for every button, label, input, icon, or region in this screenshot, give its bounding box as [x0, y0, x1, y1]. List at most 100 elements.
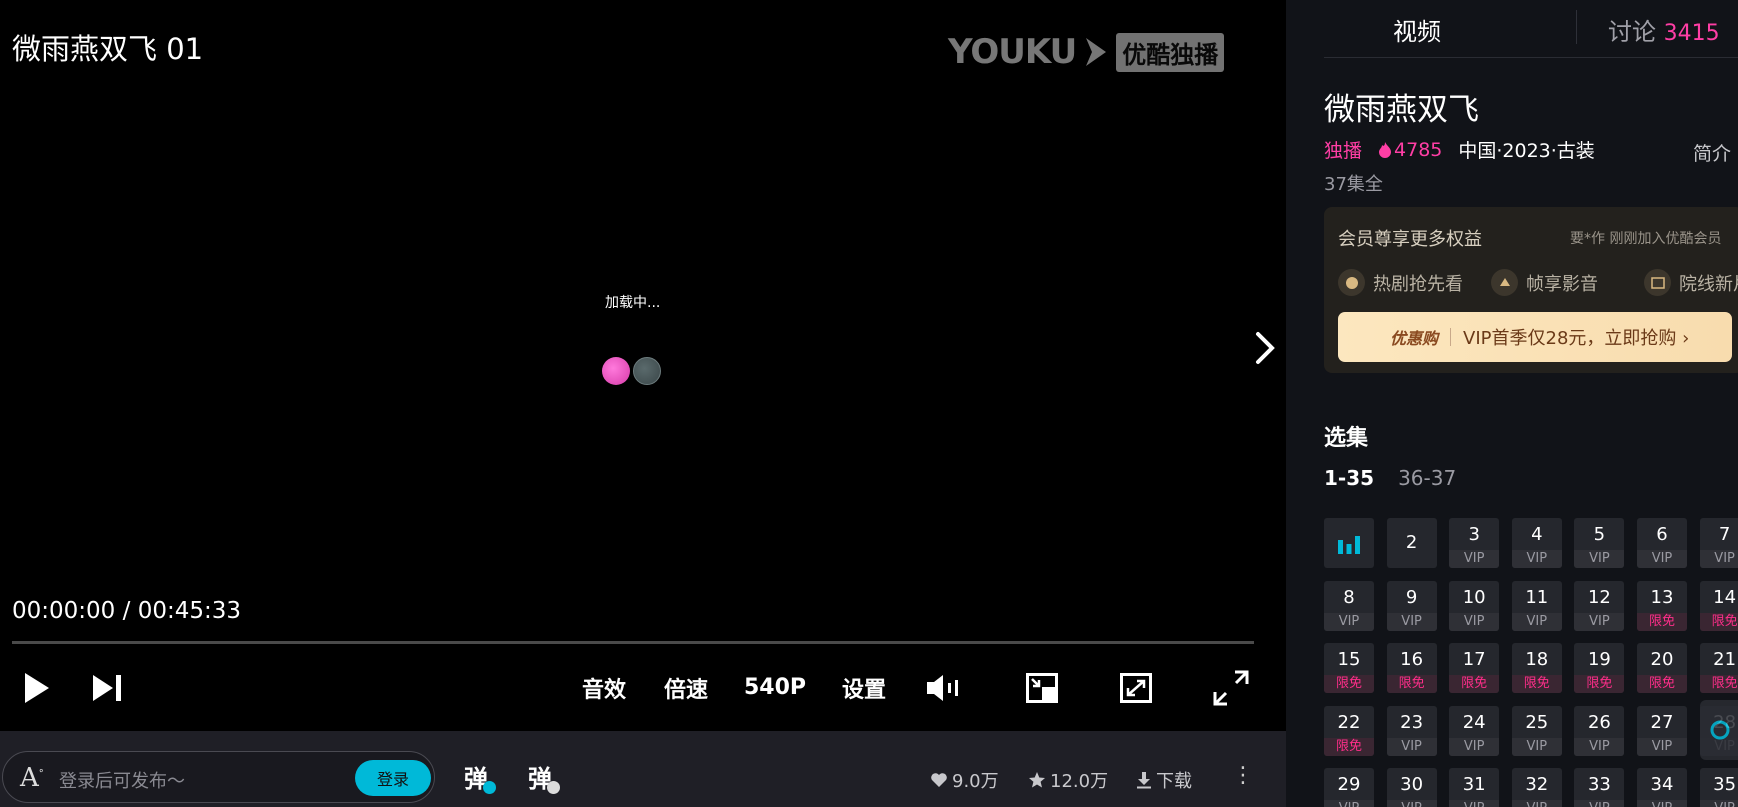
- video-title: 微雨燕双飞 01: [12, 32, 204, 66]
- play-button[interactable]: [18, 660, 54, 715]
- episode-item[interactable]: [1324, 518, 1374, 568]
- episode-item[interactable]: 6 VIP: [1637, 518, 1687, 568]
- episode-item[interactable]: 22 限免: [1324, 705, 1374, 756]
- flame-icon: [1379, 141, 1392, 158]
- episode-item[interactable]: 33 VIP: [1574, 768, 1625, 807]
- perk-item[interactable]: 热剧抢先看: [1338, 269, 1463, 296]
- danmaku-settings-button[interactable]: 弹: [528, 759, 560, 794]
- episode-number: 33: [1587, 774, 1611, 795]
- quality-button[interactable]: 540P: [744, 660, 806, 715]
- web-fullscreen-button[interactable]: [1118, 660, 1154, 715]
- loading-text: 加载中...: [605, 295, 661, 311]
- episode-item[interactable]: 30 VIP: [1386, 768, 1437, 807]
- episode-number: 5: [1593, 524, 1606, 545]
- danmaku-toggle-button[interactable]: 弹: [464, 759, 496, 794]
- episode-item[interactable]: 21 限免: [1699, 643, 1738, 693]
- episode-item[interactable]: 31 VIP: [1449, 768, 1500, 807]
- episode-item[interactable]: 3 VIP: [1449, 518, 1500, 568]
- loading-dot-grey: [633, 357, 661, 385]
- episode-item[interactable]: 23 VIP: [1386, 705, 1437, 756]
- range-tab-36-37[interactable]: 36-37: [1398, 466, 1456, 490]
- episode-item[interactable]: 4 VIP: [1511, 518, 1562, 568]
- episode-item[interactable]: 17 限免: [1449, 643, 1500, 693]
- episode-item[interactable]: 20 限免: [1637, 643, 1687, 693]
- vip-badge: VIP: [1386, 612, 1437, 631]
- show-info: 中国·2023·古装: [1458, 140, 1595, 162]
- settings-button[interactable]: 设置: [838, 660, 890, 715]
- episode-number: 21: [1713, 649, 1737, 670]
- tab-divider: [1576, 10, 1577, 44]
- vip-badge: VIP: [1699, 550, 1738, 568]
- episode-item[interactable]: 25 VIP: [1511, 705, 1562, 756]
- vip-purchase-button[interactable]: 优惠购 VIP首季仅28元，立即抢购 ›: [1338, 312, 1732, 362]
- heat-value: 4785: [1394, 138, 1443, 161]
- free-badge: 限免: [1574, 675, 1625, 693]
- episode-item[interactable]: 11 VIP: [1511, 580, 1562, 631]
- episode-item[interactable]: 32 VIP: [1511, 768, 1562, 807]
- episode-item[interactable]: 26 VIP: [1574, 705, 1625, 756]
- vip-badge: VIP: [1511, 550, 1562, 568]
- episode-number: 18: [1525, 649, 1549, 670]
- episode-item[interactable]: 12 VIP: [1574, 580, 1625, 631]
- picture-in-picture-button[interactable]: [1024, 660, 1060, 715]
- perk-item[interactable]: 帧享影音: [1491, 269, 1598, 296]
- episode-number: 31: [1462, 774, 1486, 795]
- episodes-total: 37集全: [1324, 174, 1383, 195]
- episode-item[interactable]: 7 VIP: [1699, 518, 1738, 568]
- video-player[interactable]: 微雨燕双飞 01 YOUKU 优酷独播 加载中... 00:00:00 / 00…: [0, 0, 1286, 731]
- fullscreen-web-icon: [1120, 672, 1152, 703]
- heat-score: 4785: [1378, 139, 1442, 161]
- episode-item[interactable]: 13 限免: [1637, 580, 1687, 631]
- floating-helper-button[interactable]: [1700, 700, 1738, 760]
- episode-item[interactable]: 2: [1386, 518, 1437, 568]
- episode-item[interactable]: 10 VIP: [1449, 580, 1500, 631]
- progress-bar[interactable]: [12, 641, 1254, 644]
- episode-item[interactable]: 9 VIP: [1386, 580, 1437, 631]
- free-badge: 限免: [1637, 612, 1687, 631]
- like-button[interactable]: 9.0万: [930, 767, 999, 793]
- episode-item[interactable]: 18 限免: [1511, 643, 1562, 693]
- audio-effect-button[interactable]: 音效: [578, 660, 630, 715]
- vip-badge: VIP: [1386, 737, 1437, 756]
- new-movies-perk-icon: [1644, 269, 1671, 296]
- download-button[interactable]: 下载: [1136, 767, 1192, 793]
- episode-item[interactable]: 35 VIP: [1699, 768, 1738, 807]
- volume-button[interactable]: [924, 660, 966, 715]
- episode-item[interactable]: 27 VIP: [1637, 705, 1687, 756]
- episode-item[interactable]: 15 限免: [1324, 643, 1374, 693]
- picture-in-picture-icon: [1026, 672, 1058, 703]
- episode-item[interactable]: 24 VIP: [1449, 705, 1500, 756]
- vip-badge: VIP: [1637, 800, 1687, 807]
- danmaku-input[interactable]: A° 登录后可发布～ 登录: [2, 751, 435, 803]
- tab-discussion[interactable]: 讨论 3415: [1608, 12, 1720, 47]
- tab-video[interactable]: 视频: [1393, 12, 1441, 47]
- danmaku-style-icon[interactable]: A°: [20, 763, 44, 793]
- fullscreen-button[interactable]: [1212, 660, 1250, 715]
- episode-number: 2: [1405, 532, 1418, 553]
- vip-badge: VIP: [1574, 800, 1625, 807]
- episode-number: 19: [1587, 649, 1611, 670]
- episode-item[interactable]: 34 VIP: [1637, 768, 1687, 807]
- vip-badge: VIP: [1449, 550, 1500, 568]
- episode-item[interactable]: 29 VIP: [1324, 768, 1374, 807]
- episode-item[interactable]: 19 限免: [1574, 643, 1625, 693]
- login-button[interactable]: 登录: [355, 760, 431, 796]
- exclusive-badge: 独播: [1324, 140, 1363, 162]
- episode-item[interactable]: 8 VIP: [1324, 580, 1374, 631]
- episode-item[interactable]: 5 VIP: [1574, 518, 1625, 568]
- episode-item[interactable]: 14 限免: [1699, 580, 1738, 631]
- speed-button[interactable]: 倍速: [660, 660, 712, 715]
- episode-number: 30: [1400, 774, 1424, 795]
- perk-item[interactable]: 院线新片: [1644, 269, 1738, 296]
- episode-item[interactable]: 16 限免: [1386, 643, 1437, 693]
- intro-link[interactable]: 简介 ›: [1693, 139, 1738, 166]
- episode-number: 7: [1718, 524, 1731, 545]
- favorite-count: 12.0万: [1050, 771, 1109, 792]
- episode-number: 25: [1525, 711, 1549, 733]
- favorite-button[interactable]: 12.0万: [1028, 767, 1108, 793]
- next-episode-button[interactable]: [88, 660, 128, 715]
- range-tab-1-35[interactable]: 1-35: [1324, 466, 1374, 490]
- more-icon[interactable]: ⋮: [1232, 765, 1254, 787]
- episode-number: 26: [1587, 711, 1611, 733]
- next-video-arrow-icon[interactable]: [1250, 328, 1280, 368]
